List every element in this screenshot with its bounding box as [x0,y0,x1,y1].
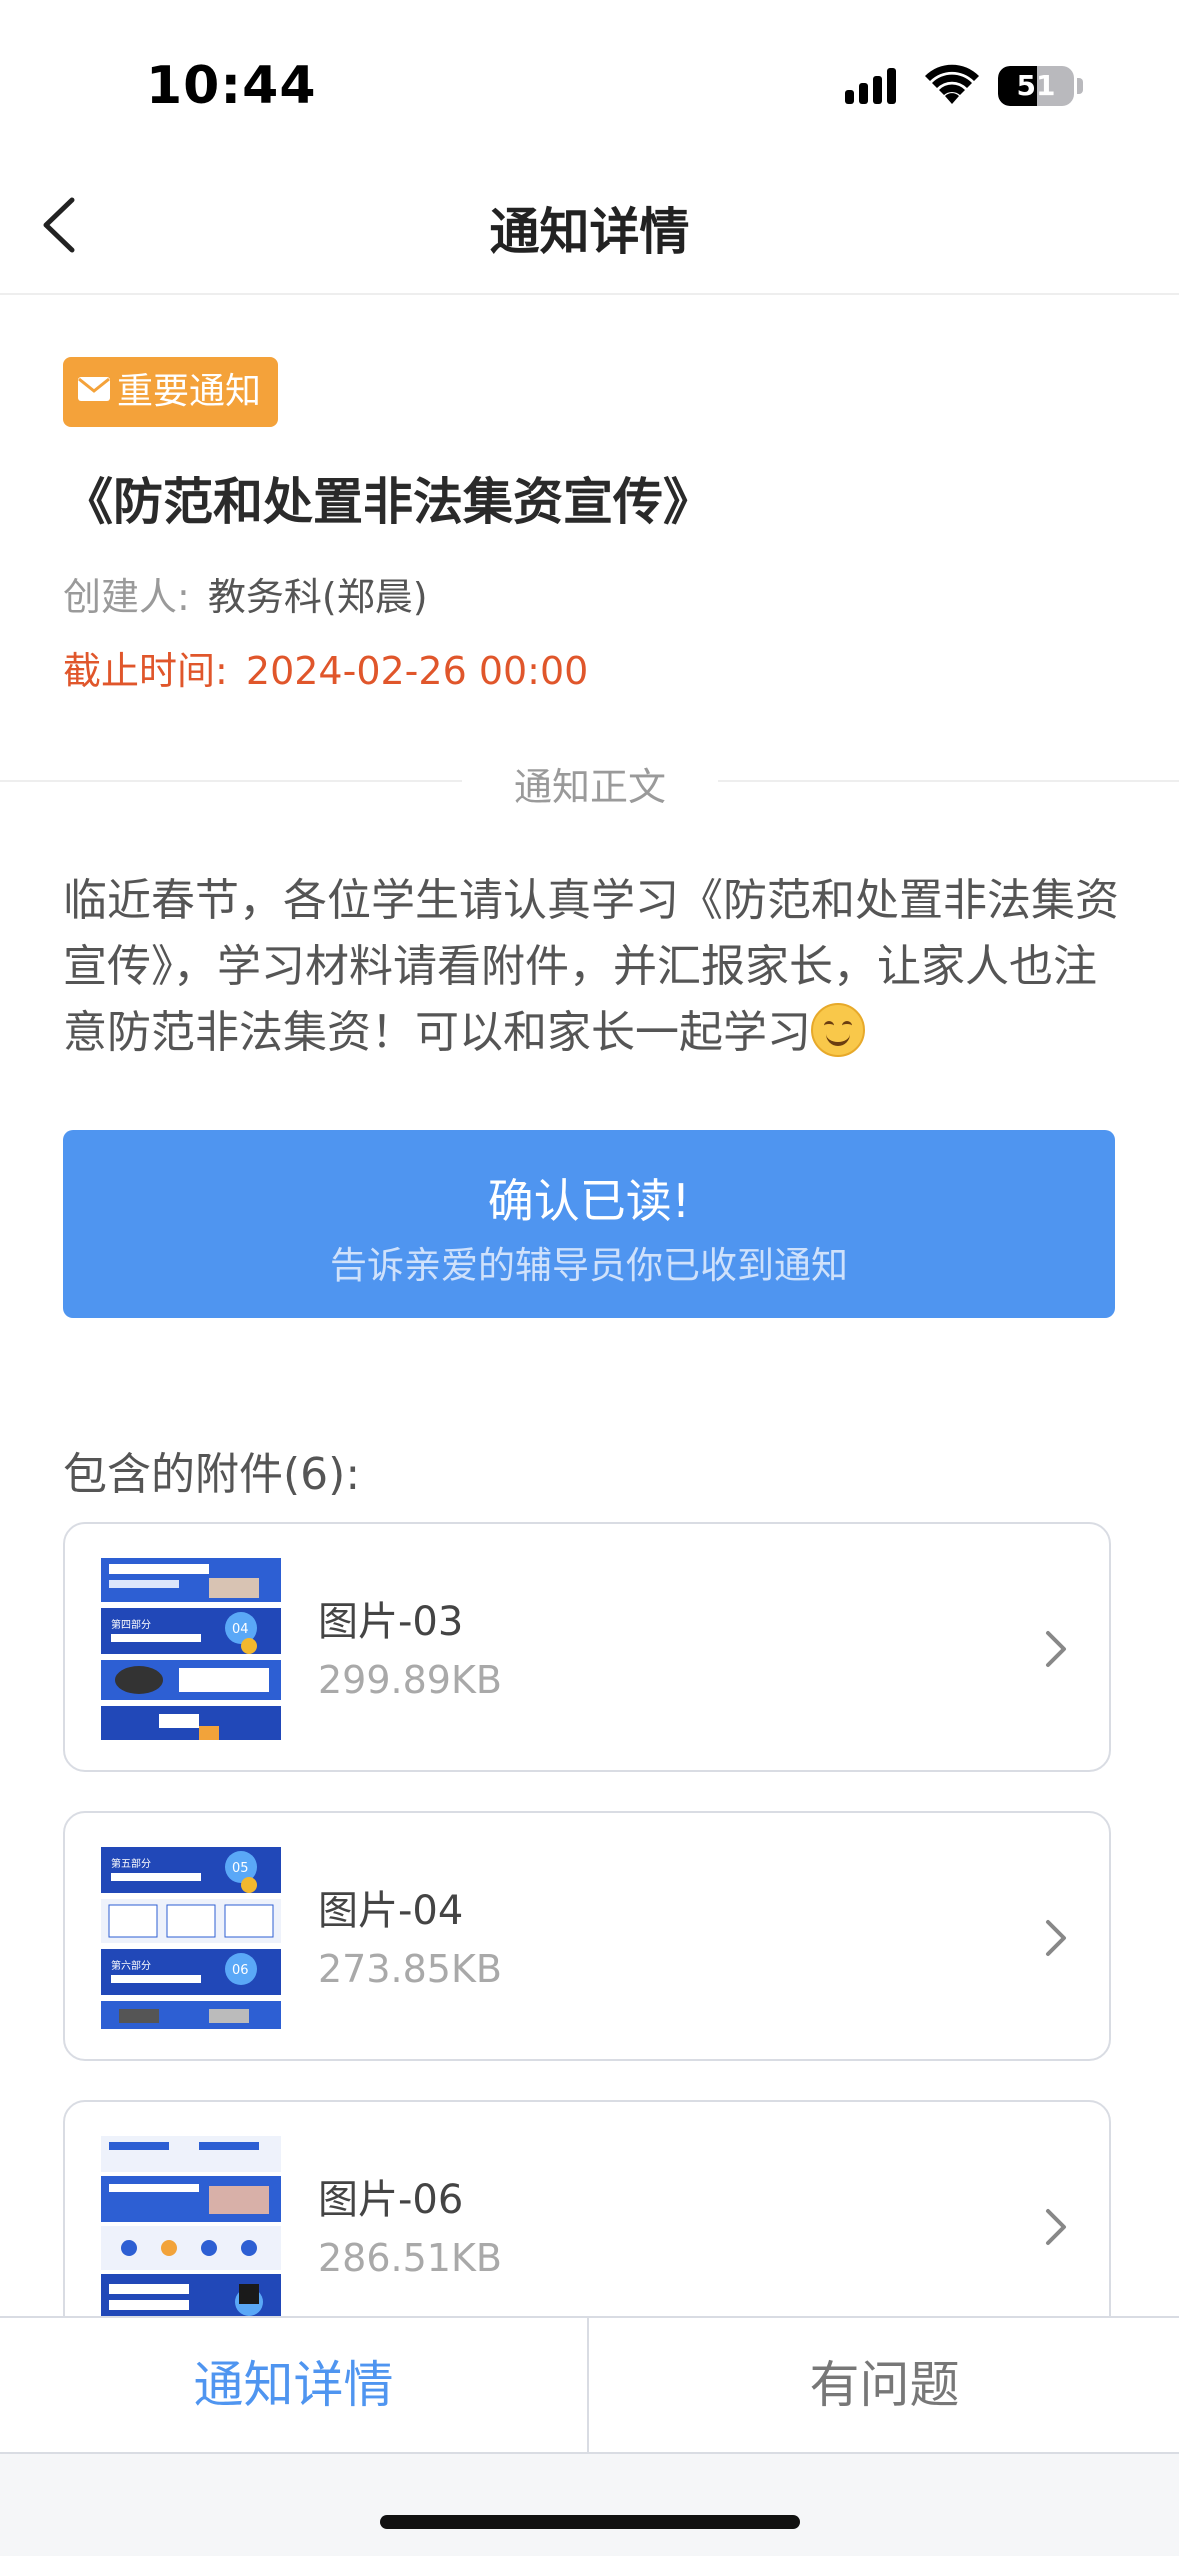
attachments-header: 包含的附件(6): [63,1449,361,1500]
creator-value: 教务科(郑晨) [207,575,428,619]
attachment-item[interactable]: 第五部分 05 第六部分 06 图片-04 273.85KB [63,1811,1111,2061]
bottom-tab-bar: 通知详情 有问题 [0,2316,1179,2454]
deadline-value: 2024-02-26 00:00 [245,649,589,693]
notice-title: 《防范和处置非法集资宣传》 [63,473,713,531]
battery-cap [1077,78,1083,94]
status-time: 10:44 [146,56,317,116]
notice-body: 临近春节，各位学生请认真学习《防范和处置非法集资宣传》，学习材料请看附件，并汇报… [63,868,1123,1066]
attachment-thumbnail [99,2134,283,2320]
confirm-read-subtitle: 告诉亲爱的辅导员你已收到通知 [330,1244,848,1287]
confirm-read-title: 确认已读! [487,1174,691,1228]
important-notice-badge: 重要通知 [63,357,279,427]
attachment-name: 图片-06 [318,2177,464,2223]
wifi-icon [925,64,979,104]
attachment-item[interactable]: 图片-06 286.51KB [63,2100,1111,2350]
svg-text:06: 06 [232,1963,249,1978]
chevron-right-icon [1046,2209,1066,2245]
attachment-name: 图片-04 [318,1888,464,1934]
battery-level: 51 [1016,69,1056,102]
home-indicator-area [0,2454,1179,2556]
svg-text:第五部分: 第五部分 [111,1857,151,1870]
status-bar: 10:44 51 [0,0,1179,150]
battery-icon: 51 [998,66,1074,106]
chevron-right-icon [1046,1920,1066,1956]
attachment-thumbnail: 第四部分 04 [99,1556,283,1742]
envelope-icon [77,357,111,427]
badge-label: 重要通知 [117,371,262,412]
nav-bar: 通知详情 [0,150,1179,295]
tab-notice-details[interactable]: 通知详情 [0,2318,589,2452]
page-title: 通知详情 [489,203,690,261]
section-divider-label: 通知正文 [462,756,718,811]
home-indicator[interactable] [380,2515,800,2529]
attachment-size: 273.85KB [318,1947,502,1991]
attachment-name: 图片-03 [318,1599,464,1645]
svg-text:05: 05 [232,1861,249,1876]
attachment-thumbnail: 第五部分 05 第六部分 06 [99,1845,283,2031]
deadline-label: 截止时间: [63,649,228,693]
signal-icon [845,68,896,104]
notice-body-text: 临近春节，各位学生请认真学习《防范和处置非法集资宣传》，学习材料请看附件，并汇报… [63,875,1119,1058]
confirm-read-button[interactable]: 确认已读! 告诉亲爱的辅导员你已收到通知 [63,1130,1115,1318]
smile-emoji-icon [811,1003,865,1057]
creator-label: 创建人: [63,575,190,619]
chevron-right-icon [1046,1631,1066,1667]
attachment-size: 286.51KB [318,2236,502,2280]
svg-text:第四部分: 第四部分 [111,1618,151,1631]
svg-text:04: 04 [232,1622,249,1637]
svg-text:第六部分: 第六部分 [111,1959,151,1972]
tab-questions[interactable]: 有问题 [590,2318,1179,2452]
attachment-size: 299.89KB [318,1658,502,1702]
creator-row: 创建人: 教务科(郑晨) [63,566,428,621]
attachment-item[interactable]: 第四部分 04 图片-03 299.89KB [63,1522,1111,1772]
deadline-row: 截止时间: 2024-02-26 00:00 [63,640,588,695]
